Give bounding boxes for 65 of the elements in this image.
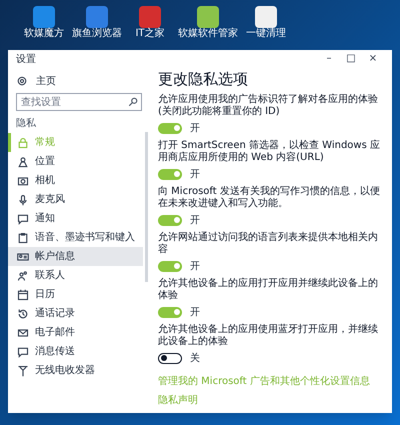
clipboard-icon xyxy=(17,232,29,244)
toggle-switch[interactable] xyxy=(158,122,182,134)
nav-item[interactable]: 日历 xyxy=(8,285,143,304)
gear-icon xyxy=(16,75,28,87)
window-title: 设置 xyxy=(16,52,37,66)
desktop-shortcut[interactable]: IT之家 xyxy=(130,6,170,50)
toggle-state-label: 开 xyxy=(190,214,200,228)
camera-icon xyxy=(17,174,29,186)
nav-item[interactable]: 麦克风 xyxy=(8,190,143,209)
toggle-switch[interactable] xyxy=(158,260,182,272)
toggle-state-label: 开 xyxy=(190,168,200,182)
nav-item[interactable]: 帐户信息 xyxy=(8,247,143,266)
history-icon xyxy=(17,308,29,320)
toggle-state-label: 关 xyxy=(190,352,200,366)
page-title: 更改隐私选项 xyxy=(158,69,249,90)
option-description: 允许其他设备上的应用打开应用并继续此设备上的体验 xyxy=(158,278,379,302)
toggle-state-label: 开 xyxy=(190,306,200,320)
shortcut-label: 软媒魔方 xyxy=(24,28,64,39)
maximize-button[interactable]: □ xyxy=(340,54,362,64)
toggle-switch[interactable] xyxy=(158,306,182,318)
desktop-shortcut[interactable]: 软媒软件管家 xyxy=(178,6,238,50)
microphone-icon xyxy=(17,194,29,206)
shortcut-label: 旗鱼浏览器 xyxy=(72,28,122,39)
people-icon xyxy=(17,270,29,282)
lock-icon xyxy=(17,136,29,148)
search-icon xyxy=(128,97,138,107)
nav-item[interactable]: 相机 xyxy=(8,171,143,190)
shortcut-label: IT之家 xyxy=(135,28,165,39)
nav-item[interactable]: 无线电收发器 xyxy=(8,361,143,380)
nav-item[interactable]: 消息传送 xyxy=(8,342,143,361)
toggle-switch[interactable] xyxy=(158,168,182,180)
antenna-icon xyxy=(17,364,29,376)
option-description: 打开 SmartScreen 筛选器，以检查 Windows 应用商店应用所使用的 Web 内容(URL) xyxy=(158,140,380,164)
mail-icon xyxy=(17,326,29,338)
section-header: 隐私 xyxy=(15,117,37,131)
home-nav-item[interactable]: 主页 xyxy=(8,72,150,90)
nav-item[interactable]: 电子邮件 xyxy=(8,323,143,342)
toggle-switch[interactable] xyxy=(158,352,182,364)
calendar-icon xyxy=(17,288,29,300)
toggle-switch[interactable] xyxy=(158,214,182,226)
desktop-shortcut[interactable]: 一键清理 xyxy=(246,6,286,50)
nav-label: 主页 xyxy=(36,74,56,88)
message-icon xyxy=(17,346,29,358)
nav-item[interactable]: 联系人 xyxy=(8,266,143,285)
option-description: 允许网站通过访问我的语言列表来提供本地相关内容 xyxy=(158,232,379,256)
person-pin-icon xyxy=(17,156,29,168)
option-description: 向 Microsoft 发送有关我的写作习惯的信息，以便在未来改进键入和写入功能。 xyxy=(158,186,380,210)
scrollbar[interactable] xyxy=(145,132,148,282)
shortcut-label: 软媒软件管家 xyxy=(178,28,238,39)
nav-item[interactable]: 位置 xyxy=(8,152,143,171)
nav-item[interactable]: 语音、墨迹书写和键入 xyxy=(8,228,143,247)
desktop-shortcut[interactable]: 旗鱼浏览器 xyxy=(72,6,122,50)
option-description: 允许应用使用我的广告标识符了解对各应用的体验(关闭此功能将重置你的 ID) xyxy=(158,94,379,118)
shortcut-label: 一键清理 xyxy=(246,28,286,39)
message-icon xyxy=(17,212,29,224)
close-button[interactable]: × xyxy=(362,54,384,64)
account-card-icon xyxy=(17,250,29,262)
minimize-button[interactable]: – xyxy=(318,54,340,64)
toggle-state-label: 开 xyxy=(190,122,200,136)
nav-item[interactable]: 通知 xyxy=(8,209,143,228)
desktop-shortcut[interactable]: 软媒魔方 xyxy=(24,6,64,50)
nav-item[interactable]: 通话记录 xyxy=(8,304,143,323)
search-field[interactable]: 查找设置 xyxy=(16,93,142,111)
toggle-state-label: 开 xyxy=(190,260,200,274)
option-description: 允许其他设备上的应用使用蓝牙打开应用，并继续此设备上的体验 xyxy=(158,324,379,348)
